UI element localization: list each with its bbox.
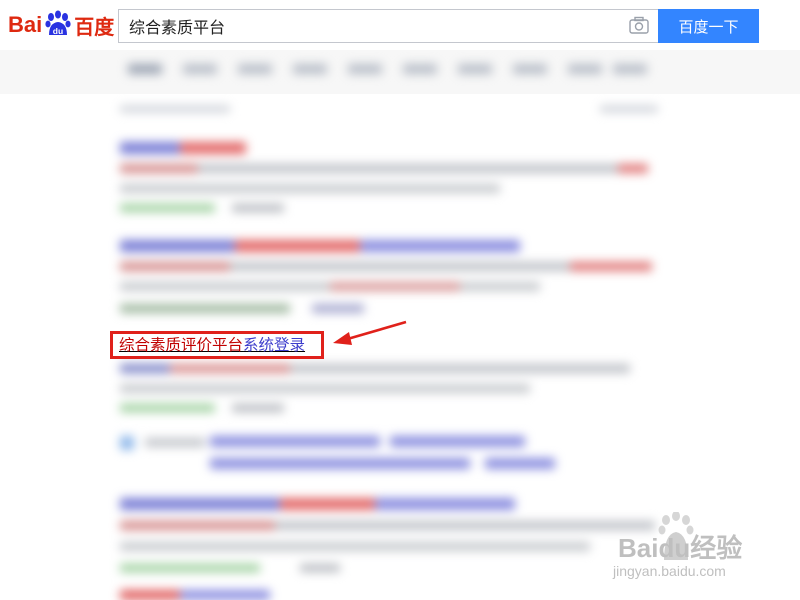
camera-icon[interactable] bbox=[629, 16, 649, 34]
result-title-suffix: 系统登录 bbox=[243, 336, 306, 354]
logo-text-chinese: 百度 bbox=[74, 14, 115, 39]
baidu-logo[interactable]: Bai du 百度 bbox=[8, 8, 114, 42]
paw-icon: du bbox=[43, 10, 73, 40]
annotation-arrow-icon bbox=[333, 320, 407, 345]
search-box bbox=[118, 9, 658, 43]
logo-text-latin: Bai bbox=[8, 12, 43, 37]
search-input[interactable] bbox=[119, 10, 619, 42]
search-button[interactable]: 百度一下 bbox=[658, 9, 759, 43]
result-title-link[interactable]: 综合素质评价平台系统登录 bbox=[119, 335, 305, 355]
result-title-keyword: 综合素质评价平台 bbox=[119, 336, 244, 354]
header: Bai du 百度 百度一下 bbox=[0, 0, 800, 50]
svg-text:du: du bbox=[53, 26, 63, 36]
watermark-url: jingyan.baidu.com bbox=[613, 563, 726, 579]
watermark-brand: Baidu经验 bbox=[618, 533, 743, 563]
